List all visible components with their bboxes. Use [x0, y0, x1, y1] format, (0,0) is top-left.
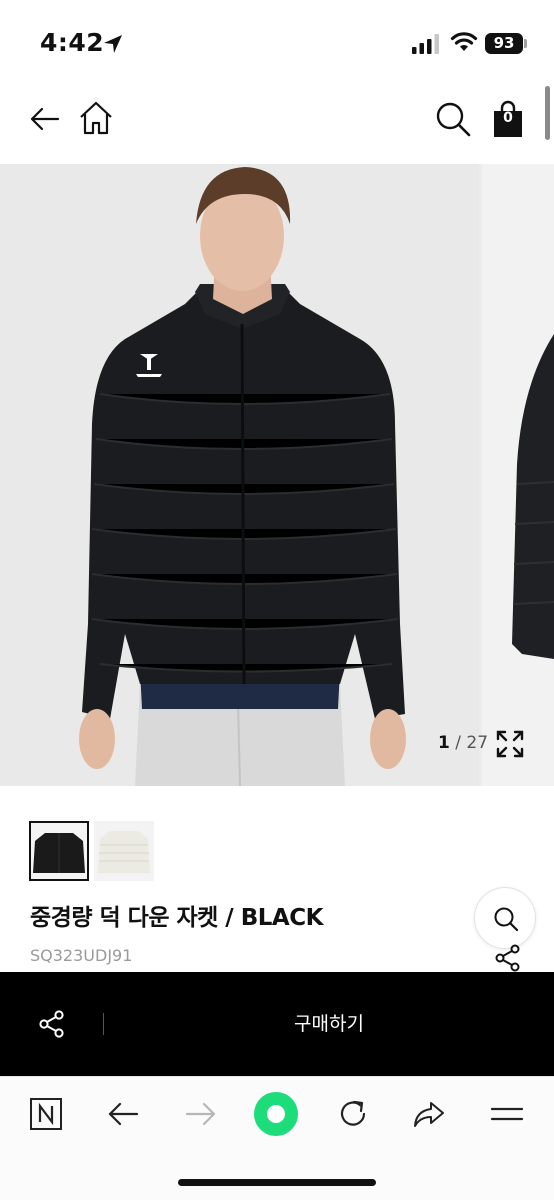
- fullscreen-expand-icon[interactable]: [496, 730, 524, 758]
- image-counter-total: / 27: [455, 733, 489, 753]
- search-icon[interactable]: [434, 100, 472, 138]
- status-bar: 4:42 93: [0, 0, 554, 80]
- product-code: SQ323UDJ91: [30, 946, 133, 965]
- product-image-gallery[interactable]: 1 / 27: [0, 164, 554, 786]
- black-jacket-thumbnail-image: [33, 833, 85, 873]
- back-arrow-icon[interactable]: [28, 102, 62, 136]
- browser-back-icon[interactable]: [106, 1097, 140, 1131]
- image-counter-current: 1: [438, 733, 450, 753]
- home-icon[interactable]: [78, 100, 114, 136]
- share-forward-icon[interactable]: [412, 1097, 446, 1131]
- browser-forward-icon[interactable]: [184, 1097, 218, 1131]
- cellular-signal-icon: [412, 34, 439, 54]
- color-thumbnail-black[interactable]: [29, 821, 89, 881]
- search-icon: [494, 907, 519, 932]
- cart-count-badge: 0: [503, 110, 513, 126]
- jacket-flat-photo: [512, 334, 554, 659]
- product-next-image[interactable]: [482, 164, 554, 786]
- share-icon[interactable]: [38, 1009, 66, 1039]
- reload-icon[interactable]: [336, 1097, 370, 1131]
- naver-icon[interactable]: [29, 1097, 63, 1131]
- model-photo: [79, 167, 406, 786]
- product-main-image[interactable]: [0, 164, 479, 786]
- battery-tip: [524, 39, 527, 48]
- status-time: 4:42: [40, 28, 105, 57]
- ivory-jacket-thumbnail-image: [98, 831, 150, 873]
- share-icon[interactable]: [495, 944, 521, 972]
- battery-indicator: 93: [485, 33, 523, 54]
- green-circle-icon[interactable]: [254, 1092, 298, 1136]
- product-title: 중경량 덕 다운 자켓 / BLACK: [30, 905, 323, 931]
- home-indicator: [178, 1179, 376, 1186]
- color-thumbnail-ivory[interactable]: [94, 821, 154, 881]
- purchase-bar: 구매하기: [0, 972, 554, 1076]
- menu-icon[interactable]: [490, 1097, 524, 1131]
- wifi-icon: [450, 32, 478, 51]
- floating-search-button[interactable]: [474, 887, 536, 949]
- buy-button[interactable]: 구매하기: [104, 972, 554, 1076]
- top-header: [0, 80, 554, 164]
- location-arrow-icon: [104, 35, 122, 53]
- image-counter: 1 / 27: [438, 733, 488, 753]
